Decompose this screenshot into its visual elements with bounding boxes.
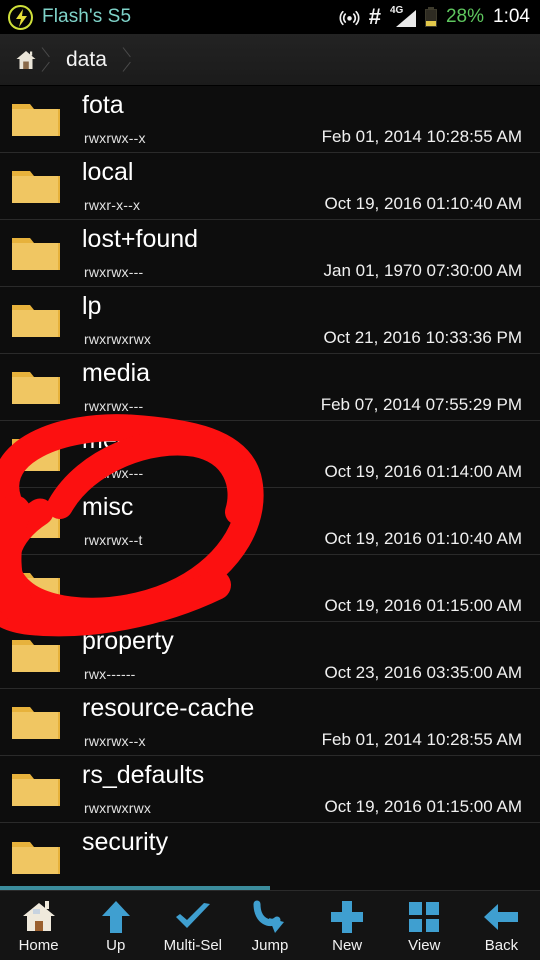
- file-permissions: rwxrwx---: [84, 465, 144, 481]
- file-date: Jan 01, 1970 07:30:00 AM: [323, 261, 523, 280]
- breadcrumb-item-data[interactable]: data: [54, 48, 121, 72]
- toolbar-button-back[interactable]: Back: [463, 891, 540, 960]
- table-row[interactable]: property rwx------ Oct 23, 2016 03:35:00…: [0, 622, 540, 689]
- table-row[interactable]: misc rwxrwx--t Oct 19, 2016 01:10:40 AM: [0, 488, 540, 555]
- file-name: security: [82, 828, 169, 856]
- file-name: lp: [82, 292, 102, 320]
- folder-icon: [12, 171, 60, 203]
- table-row[interactable]: media rwxrwx--- Feb 07, 2014 07:55:29 PM: [0, 354, 540, 421]
- breadcrumb-separator: [40, 34, 54, 85]
- table-row[interactable]: mediadrm rwxrwx--- Oct 19, 2016 01:14:00…: [0, 421, 540, 488]
- file-permissions: rwxrwx--x: [84, 733, 146, 749]
- status-bar-left: Flash's S5: [8, 4, 339, 30]
- folder-icon: [12, 707, 60, 739]
- plus-icon: [330, 898, 364, 936]
- table-row[interactable]: local rwxr-x--x Oct 19, 2016 01:10:40 AM: [0, 153, 540, 220]
- folder-icon: [12, 238, 60, 270]
- file-date: Feb 01, 2014 10:28:55 AM: [321, 730, 522, 749]
- clock-label: 1:04: [493, 6, 530, 27]
- file-name: misc: [82, 493, 134, 521]
- table-row[interactable]: rs_defaults rwxrwxrwx Oct 19, 2016 01:15…: [0, 756, 540, 823]
- file-list[interactable]: fota rwxrwx--x Feb 01, 2014 10:28:55 AM …: [0, 86, 540, 890]
- file-permissions: rwxrwx--t: [84, 532, 143, 548]
- bottom-toolbar: Home Up Multi-Sel Jump New View Back: [0, 890, 540, 960]
- file-name: media: [82, 359, 151, 387]
- table-row[interactable]: resource-cache rwxrwx--x Feb 01, 2014 10…: [0, 689, 540, 756]
- file-date: Oct 19, 2016 01:15:00 AM: [324, 596, 522, 615]
- table-row[interactable]: Oct 19, 2016 01:15:00 AM: [0, 555, 540, 622]
- breadcrumb: data: [0, 34, 540, 86]
- file-permissions: rwxrwx--x: [84, 130, 146, 146]
- file-permissions: rwx------: [84, 666, 136, 682]
- file-permissions: rwxrwxrwx: [84, 331, 152, 347]
- table-row[interactable]: lost+found rwxrwx--- Jan 01, 1970 07:30:…: [0, 220, 540, 287]
- folder-icon: [12, 506, 60, 538]
- file-date: Oct 23, 2016 03:35:00 AM: [324, 663, 522, 682]
- device-name: Flash's S5: [42, 6, 132, 27]
- file-name: mediadrm: [82, 426, 194, 454]
- toolbar-label: New: [332, 936, 363, 954]
- hotspot-icon: [339, 10, 360, 25]
- status-bar-right: # 4G 28% 1:04: [339, 4, 530, 29]
- file-date: Feb 01, 2014 10:28:55 AM: [321, 127, 522, 146]
- file-name: rs_defaults: [82, 761, 205, 789]
- lightning-bolt-icon: [8, 4, 33, 30]
- checkmark-icon: [174, 898, 212, 936]
- toolbar-label: Jump: [251, 936, 289, 954]
- breadcrumb-separator: [121, 34, 135, 85]
- toolbar-button-jump[interactable]: Jump: [231, 891, 308, 960]
- file-date: Oct 19, 2016 01:10:40 AM: [324, 529, 522, 548]
- file-permissions: rwxr-x--x: [84, 197, 141, 213]
- status-bar: Flash's S5 # 4G 28% 1:04: [0, 0, 540, 34]
- file-name: lost+found: [82, 225, 199, 253]
- file-name: resource-cache: [82, 694, 255, 722]
- toolbar-button-home[interactable]: Home: [0, 891, 77, 960]
- battery-icon: [424, 7, 437, 27]
- toolbar-button-view[interactable]: View: [386, 891, 463, 960]
- toolbar-label: Home: [18, 936, 59, 954]
- table-row[interactable]: security: [0, 823, 540, 890]
- toolbar-label: Up: [106, 936, 126, 954]
- folder-icon: [12, 104, 60, 136]
- folder-icon: [12, 439, 60, 471]
- toolbar-label: Multi-Sel: [163, 936, 223, 954]
- file-name: fota: [82, 91, 124, 119]
- file-date: Oct 21, 2016 10:33:36 PM: [323, 328, 522, 347]
- breadcrumb-home[interactable]: [0, 34, 40, 85]
- hash-icon: #: [368, 4, 381, 29]
- toolbar-label: View: [408, 936, 441, 954]
- file-permissions: rwxrwxrwx: [84, 800, 152, 816]
- file-name: property: [82, 627, 174, 655]
- signal-icon: 4G: [390, 5, 416, 27]
- grid-icon: [408, 898, 440, 936]
- home-icon: [16, 50, 36, 69]
- toolbar-button-up[interactable]: Up: [77, 891, 154, 960]
- table-row[interactable]: fota rwxrwx--x Feb 01, 2014 10:28:55 AM: [0, 86, 540, 153]
- toolbar-button-multi-sel[interactable]: Multi-Sel: [154, 891, 231, 960]
- file-permissions: rwxrwx---: [84, 264, 144, 280]
- folder-icon: [12, 372, 60, 404]
- file-date: Oct 19, 2016 01:10:40 AM: [324, 194, 522, 213]
- table-row[interactable]: lp rwxrwxrwx Oct 21, 2016 10:33:36 PM: [0, 287, 540, 354]
- arrow-left-icon: [483, 898, 519, 936]
- folder-icon: [12, 774, 60, 806]
- battery-percent-label: 28%: [445, 6, 485, 27]
- file-date: Oct 19, 2016 01:14:00 AM: [324, 462, 522, 481]
- toolbar-button-new[interactable]: New: [309, 891, 386, 960]
- arrow-up-icon: [101, 898, 131, 936]
- file-name: local: [82, 158, 134, 186]
- house-icon: [21, 898, 57, 936]
- folder-icon: [12, 841, 60, 874]
- file-permissions: rwxrwx---: [84, 398, 144, 414]
- curved-arrow-icon: [253, 898, 287, 936]
- file-manager-app: Flash's S5 # 4G 28% 1:04 data fota rwxrw…: [0, 0, 540, 960]
- file-date: Oct 19, 2016 01:15:00 AM: [324, 797, 522, 816]
- folder-icon: [12, 573, 60, 605]
- file-date: Feb 07, 2014 07:55:29 PM: [320, 395, 522, 414]
- toolbar-label: Back: [484, 936, 519, 954]
- folder-icon: [12, 305, 60, 337]
- folder-icon: [12, 640, 60, 672]
